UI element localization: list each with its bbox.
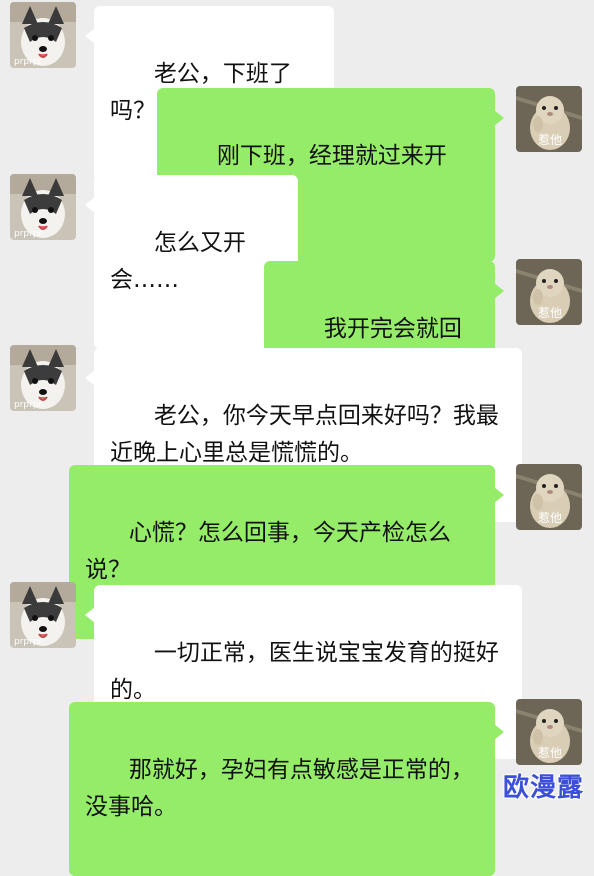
hamster-avatar[interactable]: 惹他 bbox=[516, 699, 582, 765]
watermark-label: 欧漫露 bbox=[502, 773, 584, 803]
avatar-caption: prprpr bbox=[14, 400, 43, 410]
hamster-avatar[interactable]: 惹他 bbox=[516, 86, 582, 152]
message-text: 怎么又开会…… bbox=[110, 230, 246, 293]
avatar-caption: 惹他 bbox=[538, 306, 563, 320]
message-text: 心慌？怎么回事，今天产检怎么 说？ bbox=[85, 520, 451, 583]
message-text: 老公，你今天早点回来好吗？我最 近晚上心里总是慌慌的。 bbox=[110, 403, 499, 466]
message-text: 一切正常，医生说宝宝发育的挺好 的。 bbox=[110, 640, 499, 703]
husky-dog-avatar[interactable]: prprpr bbox=[10, 582, 76, 648]
avatar-caption: 惹他 bbox=[538, 511, 563, 525]
husky-dog-avatar[interactable]: prprpr bbox=[10, 174, 76, 240]
hamster-avatar[interactable]: 惹他 bbox=[516, 259, 582, 325]
husky-dog-avatar[interactable]: prprpr bbox=[10, 345, 76, 411]
chat-thread: prprpr 老公，下班了吗？ 惹他 刚下班，经理就过来开会。 bbox=[0, 0, 594, 876]
avatar-caption: 惹他 bbox=[538, 133, 563, 147]
hamster-avatar[interactable]: 惹他 bbox=[516, 464, 582, 530]
avatar-caption: prprpr bbox=[14, 637, 43, 647]
husky-dog-avatar[interactable]: prprpr bbox=[10, 2, 76, 68]
message-text: 那就好，孕妇有点敏感是正常的， 没事哈。 bbox=[85, 757, 474, 820]
outgoing-bubble[interactable]: 那就好，孕妇有点敏感是正常的， 没事哈。 bbox=[69, 702, 504, 876]
avatar-caption: prprpr bbox=[14, 229, 43, 239]
avatar-caption: 惹他 bbox=[538, 746, 563, 760]
avatar-caption: prprpr bbox=[14, 57, 43, 67]
